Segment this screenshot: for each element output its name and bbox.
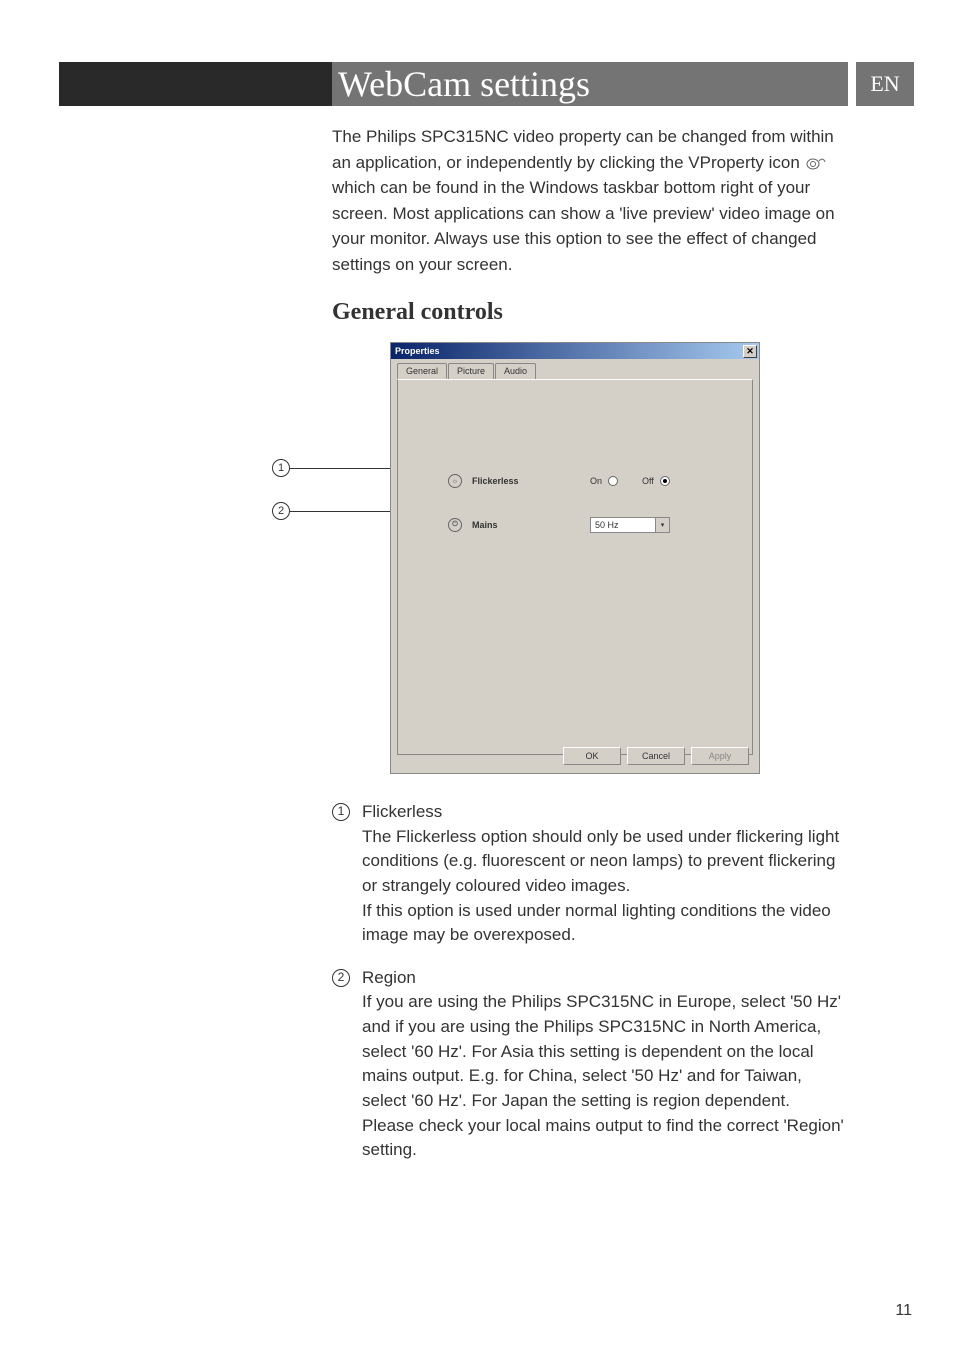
- radio-on[interactable]: [608, 476, 618, 486]
- tab-strip: General Picture Audio: [391, 359, 759, 379]
- tab-audio[interactable]: Audio: [495, 363, 536, 379]
- dialog-titlebar: Properties ✕: [391, 343, 759, 359]
- dialog-illustration: 1 2 Properties ✕ General Picture Audio ☼…: [302, 342, 848, 782]
- mains-value: 50 Hz: [595, 520, 619, 530]
- dialog-footer: OK Cancel Apply: [563, 747, 749, 765]
- mains-icon: ⏻: [448, 518, 462, 532]
- tab-general[interactable]: General: [397, 363, 447, 379]
- notes-section: 1 Flickerless The Flickerless option sho…: [332, 800, 848, 1163]
- radio-off[interactable]: [660, 476, 670, 486]
- dialog-title: Properties: [395, 346, 440, 356]
- page-title: WebCam settings: [332, 62, 848, 106]
- note-body-1: The Flickerless option should only be us…: [362, 825, 848, 948]
- cancel-button[interactable]: Cancel: [627, 747, 685, 765]
- callout-circle-1: 1: [272, 459, 290, 477]
- note-title-2: Region: [362, 966, 848, 991]
- chevron-down-icon: ▾: [655, 518, 669, 532]
- language-indicator: EN: [856, 62, 914, 106]
- page-number: 11: [895, 1302, 912, 1320]
- intro-paragraph: The Philips SPC315NC video property can …: [332, 124, 848, 277]
- intro-text-part2: which can be found in the Windows taskba…: [332, 178, 835, 274]
- flickerless-row: ☼ Flickerless On Off: [448, 474, 670, 488]
- apply-button[interactable]: Apply: [691, 747, 749, 765]
- intro-text-part1: The Philips SPC315NC video property can …: [332, 127, 834, 172]
- vproperty-icon: [805, 155, 827, 171]
- mains-row: ⏻ Mains 50 Hz ▾: [448, 517, 670, 533]
- note-item-1: 1 Flickerless The Flickerless option sho…: [332, 800, 848, 948]
- on-label: On: [590, 476, 602, 486]
- note-item-2: 2 Region If you are using the Philips SP…: [332, 966, 848, 1163]
- mains-dropdown[interactable]: 50 Hz ▾: [590, 517, 670, 533]
- note-title-1: Flickerless: [362, 800, 848, 825]
- flickerless-label: Flickerless: [472, 476, 552, 486]
- off-label: Off: [642, 476, 654, 486]
- section-heading: General controls: [332, 299, 848, 326]
- mains-label: Mains: [472, 520, 552, 530]
- properties-dialog: Properties ✕ General Picture Audio ☼ Fli…: [390, 342, 760, 774]
- ok-button[interactable]: OK: [563, 747, 621, 765]
- tab-panel: ☼ Flickerless On Off ⏻ Mains 50 Hz: [397, 379, 753, 755]
- note-marker-2: 2: [332, 969, 350, 987]
- header-dark-block: [59, 62, 332, 106]
- callout-circle-2: 2: [272, 502, 290, 520]
- tab-picture[interactable]: Picture: [448, 363, 494, 379]
- close-icon[interactable]: ✕: [743, 345, 757, 358]
- note-body-2: If you are using the Philips SPC315NC in…: [362, 990, 848, 1162]
- note-marker-1: 1: [332, 803, 350, 821]
- flickerless-icon: ☼: [448, 474, 462, 488]
